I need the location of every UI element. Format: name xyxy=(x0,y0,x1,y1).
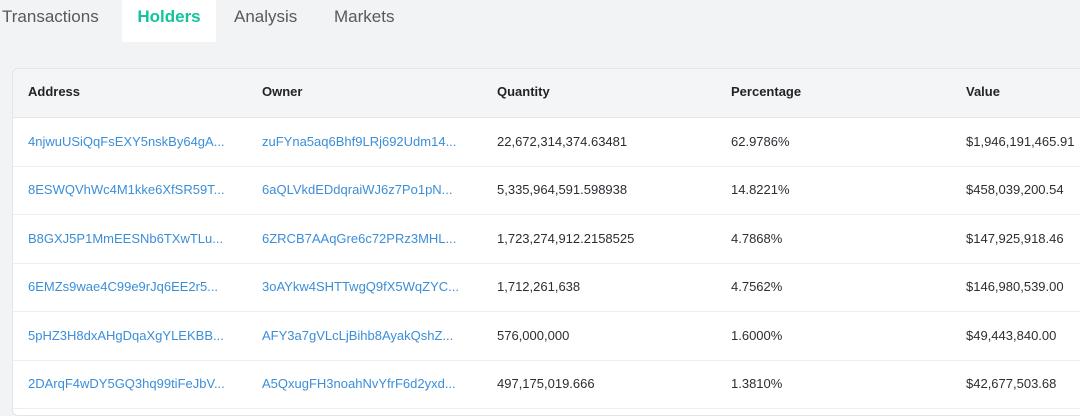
percentage-value: 14.8221% xyxy=(731,182,790,197)
percentage-value: 62.9786% xyxy=(731,134,790,149)
address-link[interactable]: 6EMZs9wae4C99e9rJq6EE2r5... xyxy=(28,263,233,311)
table-row: 6EMZs9wae4C99e9rJq6EE2r5... 3oAYkw4SHTTw… xyxy=(13,263,1080,312)
table-header: Address Owner Quantity Percentage Value xyxy=(13,69,1080,118)
owner-link[interactable]: AFY3a7gVLcLjBihb8AyakQshZ... xyxy=(262,312,467,360)
tab-bar: Transactions Holders Analysis Markets xyxy=(0,0,1080,42)
owner-link[interactable]: 3oAYkw4SHTTwgQ9fX5WqZYC... xyxy=(262,263,467,311)
address-link[interactable]: 8ESWQVhWc4M1kke6XfSR59T... xyxy=(28,166,233,214)
quantity-value: 1,712,261,638 xyxy=(497,279,581,294)
tab-holders[interactable]: Holders xyxy=(122,0,216,42)
table-row: 2DArqF4wDY5GQ3hq99tiFeJbV... A5QxugFH3no… xyxy=(13,360,1080,409)
value-amount: $146,980,539.00 xyxy=(966,279,1064,294)
address-link[interactable]: 5pHZ3H8dxAHgDqaXgYLEKBB... xyxy=(28,312,233,360)
value-amount: $458,039,200.54 xyxy=(966,182,1064,197)
column-header-percentage: Percentage xyxy=(731,84,802,99)
table-row: 4njwuUSiQqFsEXY5nskBy64gA... zuFYna5aq6B… xyxy=(13,118,1080,167)
percentage-value: 4.7868% xyxy=(731,231,783,246)
table-row: 8ESWQVhWc4M1kke6XfSR59T... 6aQLVkdEDdqra… xyxy=(13,166,1080,215)
value-amount: $49,443,840.00 xyxy=(966,328,1057,343)
address-link[interactable]: 4njwuUSiQqFsEXY5nskBy64gA... xyxy=(28,118,233,166)
address-link[interactable]: 2DArqF4wDY5GQ3hq99tiFeJbV... xyxy=(28,360,233,408)
value-amount: $42,677,503.68 xyxy=(966,376,1057,391)
tab-markets[interactable]: Markets xyxy=(334,0,414,42)
tab-analysis[interactable]: Analysis xyxy=(234,0,314,42)
quantity-value: 22,672,314,374.63481 xyxy=(497,134,628,149)
quantity-value: 497,175,019.666 xyxy=(497,376,595,391)
column-header-value: Value xyxy=(966,84,1000,99)
value-amount: $1,946,191,465.91 xyxy=(966,134,1075,149)
owner-link[interactable]: 6ZRCB7AAqGre6c72PRz3MHL... xyxy=(262,215,467,263)
percentage-value: 1.3810% xyxy=(731,376,783,391)
address-link[interactable]: B8GXJ5P1MmEESNb6TXwTLu... xyxy=(28,215,233,263)
column-header-owner: Owner xyxy=(262,84,303,99)
column-header-quantity: Quantity xyxy=(497,84,550,99)
quantity-value: 1,723,274,912.2158525 xyxy=(497,231,635,246)
table-row: 5pHZ3H8dxAHgDqaXgYLEKBB... AFY3a7gVLcLjB… xyxy=(13,312,1080,361)
holders-table: Address Owner Quantity Percentage Value … xyxy=(12,68,1080,416)
owner-link[interactable]: 6aQLVkdEDdqraiWJ6z7Po1pN... xyxy=(262,166,467,214)
quantity-value: 576,000,000 xyxy=(497,328,570,343)
table-row: B8GXJ5P1MmEESNb6TXwTLu... 6ZRCB7AAqGre6c… xyxy=(13,215,1080,264)
value-amount: $147,925,918.46 xyxy=(966,231,1064,246)
tab-transactions[interactable]: Transactions xyxy=(0,0,110,42)
percentage-value: 4.7562% xyxy=(731,279,783,294)
quantity-value: 5,335,964,591.598938 xyxy=(497,182,628,197)
owner-link[interactable]: zuFYna5aq6Bhf9LRj692Udm14... xyxy=(262,118,467,166)
column-header-address: Address xyxy=(28,84,81,99)
owner-link[interactable]: A5QxugFH3noahNvYfrF6d2yxd... xyxy=(262,360,467,408)
percentage-value: 1.6000% xyxy=(731,328,783,343)
